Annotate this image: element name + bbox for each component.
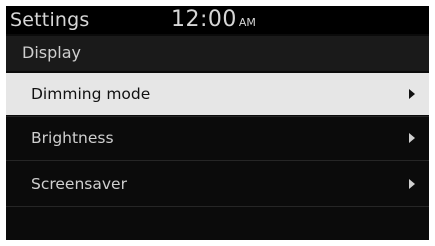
menu-item-screensaver[interactable]: Screensaver — [6, 163, 429, 205]
menu-item-label: Dimming mode — [31, 85, 151, 103]
chevron-right-icon — [409, 89, 415, 99]
divider — [6, 160, 429, 161]
menu-item-dimming-mode[interactable]: Dimming mode — [6, 73, 429, 115]
clock-time: 12:00 — [171, 7, 237, 32]
chevron-right-icon — [409, 179, 415, 189]
screen-title: Settings — [10, 9, 90, 31]
clock-ampm: AM — [238, 16, 256, 29]
settings-screen: Settings 12:00 AM Display Dimming mode Br… — [6, 6, 429, 240]
status-bar: Settings 12:00 AM — [6, 6, 429, 34]
menu-item-label: Brightness — [31, 129, 114, 147]
menu-item-brightness[interactable]: Brightness — [6, 117, 429, 159]
menu-item-label: Screensaver — [31, 175, 127, 193]
section-title: Display — [22, 43, 81, 62]
clock: 12:00 AM — [171, 6, 256, 34]
divider — [6, 206, 429, 207]
chevron-right-icon — [409, 133, 415, 143]
section-header: Display — [6, 36, 429, 71]
